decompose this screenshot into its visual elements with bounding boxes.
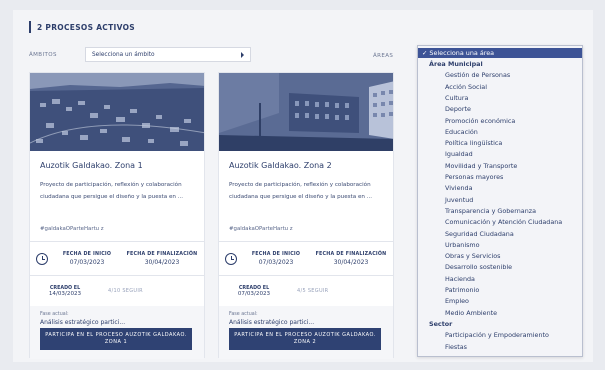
dropdown-option[interactable]: Personas mayores — [418, 172, 582, 182]
process-card: Auzotik Galdakao. Zona 2 Proyecto de par… — [218, 72, 394, 359]
card-footer: Fase actual: Análisis estratégico partic… — [30, 306, 204, 359]
created-date: 14/03/2023 — [48, 290, 82, 297]
card-footer: Fase actual: Análisis estratégico partic… — [219, 306, 393, 359]
end-date-value: 30/04/2023 — [144, 258, 180, 266]
process-photo[interactable] — [219, 73, 393, 151]
ambitos-select-value: Selecciona un ámbito — [92, 51, 155, 58]
process-card: Auzotik Galdakao. Zona 1 Proyecto de par… — [29, 72, 205, 359]
dropdown-option[interactable]: Juventud — [418, 195, 582, 205]
dropdown-option[interactable]: Participación y Empoderamiento — [418, 330, 582, 340]
dropdown-option[interactable]: Medio Ambiente — [418, 308, 582, 318]
end-date-label: FECHA DE FINALIZACIÓN — [126, 251, 198, 257]
dropdown-option[interactable]: Movilidad y Transporte — [418, 161, 582, 171]
process-hashtag: #galdakaOParteHartu z — [40, 226, 104, 232]
end-date-block: FECHA DE FINALIZACIÓN 30/04/2023 — [315, 252, 387, 266]
dropdown-option[interactable]: Igualdad — [418, 149, 582, 159]
dropdown-option[interactable]: Promoción económica — [418, 116, 582, 126]
end-date-label: FECHA DE FINALIZACIÓN — [315, 251, 387, 257]
dropdown-option[interactable]: Política lingüística — [418, 138, 582, 148]
ambitos-label: ÁMBITOS — [29, 52, 57, 58]
dropdown-option[interactable]: Seguridad Ciudadana — [418, 229, 582, 239]
participate-button[interactable]: PARTICIPA EN EL PROCESO AUZOTIK GALDAKAO… — [229, 328, 381, 350]
dropdown-option[interactable]: Deporte — [418, 104, 582, 114]
dropdown-option[interactable]: Desarrollo sostenible — [418, 262, 582, 272]
process-title[interactable]: Auzotik Galdakao. Zona 2 — [229, 161, 332, 170]
aerial-town-image — [30, 73, 204, 151]
areas-label: ÁREAS — [373, 53, 394, 59]
clock-icon — [225, 252, 237, 265]
dropdown-option[interactable]: Fiestas — [418, 342, 582, 352]
dropdown-option[interactable]: Vivienda — [418, 183, 582, 193]
phase-value: Análisis estratégico partici... — [40, 319, 126, 326]
dropdown-option[interactable]: Cultura — [418, 93, 582, 103]
phase-value: Análisis estratégico partici... — [229, 319, 315, 326]
phase-label: Fase actual: — [229, 312, 258, 317]
dropdown-group-label: Área Municipal — [429, 60, 483, 68]
participate-button[interactable]: PARTICIPA EN EL PROCESO AUZOTIK GALDAKAO… — [40, 328, 192, 350]
process-description: Proyecto de participación, reflexión y c… — [40, 182, 184, 200]
created-block: CREADO EL 07/03/2023 — [219, 286, 289, 297]
clock-icon — [36, 252, 48, 265]
created-block: CREADO EL 14/03/2023 — [30, 286, 100, 297]
dropdown-option[interactable]: Patrimonio — [418, 285, 582, 295]
process-meta: CREADO EL 14/03/2023 4/10 SEGUIR — [30, 276, 204, 306]
process-description: Proyecto de participación, reflexión y c… — [229, 182, 373, 200]
follow-link[interactable]: 4/5 SEGUIR — [297, 288, 328, 294]
dropdown-option[interactable]: Gestión de Personas — [418, 70, 582, 80]
dropdown-option[interactable]: Obras y Servicios — [418, 251, 582, 261]
phase-label: Fase actual: — [40, 312, 69, 317]
end-date-block: FECHA DE FINALIZACIÓN 30/04/2023 — [126, 252, 198, 266]
start-date-label: FECHA DE INICIO — [62, 251, 112, 257]
dropdown-option[interactable]: Educación — [418, 127, 582, 137]
end-date-value: 30/04/2023 — [333, 258, 369, 266]
areas-dropdown-list[interactable]: ✓ Selecciona una área Área Municipal Gest… — [417, 45, 583, 357]
section-header: 2 PROCESOS ACTIVOS — [29, 20, 135, 34]
follow-link[interactable]: 4/10 SEGUIR — [108, 288, 143, 294]
start-date-value: 07/03/2023 — [69, 258, 105, 266]
section-accent-bar — [29, 21, 31, 33]
start-date-block: FECHA DE INICIO 07/03/2023 — [237, 252, 315, 266]
ambitos-select[interactable]: Selecciona un ámbito — [85, 47, 251, 62]
process-dates: FECHA DE INICIO 07/03/2023 FECHA DE FINA… — [219, 242, 393, 275]
dropdown-option[interactable]: Empleo — [418, 296, 582, 306]
process-title[interactable]: Auzotik Galdakao. Zona 1 — [40, 161, 143, 170]
start-date-label: FECHA DE INICIO — [251, 251, 301, 257]
street-buildings-image — [219, 73, 393, 151]
process-hashtag: #galdakaOParteHartu z — [229, 226, 293, 232]
dropdown-option-selected[interactable]: ✓ Selecciona una área — [418, 48, 582, 58]
process-photo[interactable] — [30, 73, 204, 151]
caret-right-icon — [241, 51, 244, 58]
start-date-block: FECHA DE INICIO 07/03/2023 — [48, 252, 126, 266]
dropdown-group-label: Sector — [429, 319, 453, 328]
process-dates: FECHA DE INICIO 07/03/2023 FECHA DE FINA… — [30, 242, 204, 275]
created-date: 07/03/2023 — [237, 290, 271, 297]
dropdown-option[interactable]: Acción Social — [418, 82, 582, 92]
dropdown-option[interactable]: Urbanismo — [418, 240, 582, 250]
dropdown-option[interactable]: Comunicación y Atención Ciudadana — [418, 217, 582, 227]
process-meta: CREADO EL 07/03/2023 4/5 SEGUIR — [219, 276, 393, 306]
section-title: 2 PROCESOS ACTIVOS — [37, 22, 135, 32]
dropdown-option[interactable]: Transparencia y Gobernanza — [418, 206, 582, 216]
start-date-value: 07/03/2023 — [258, 258, 294, 266]
dropdown-option[interactable]: Hacienda — [418, 274, 582, 284]
